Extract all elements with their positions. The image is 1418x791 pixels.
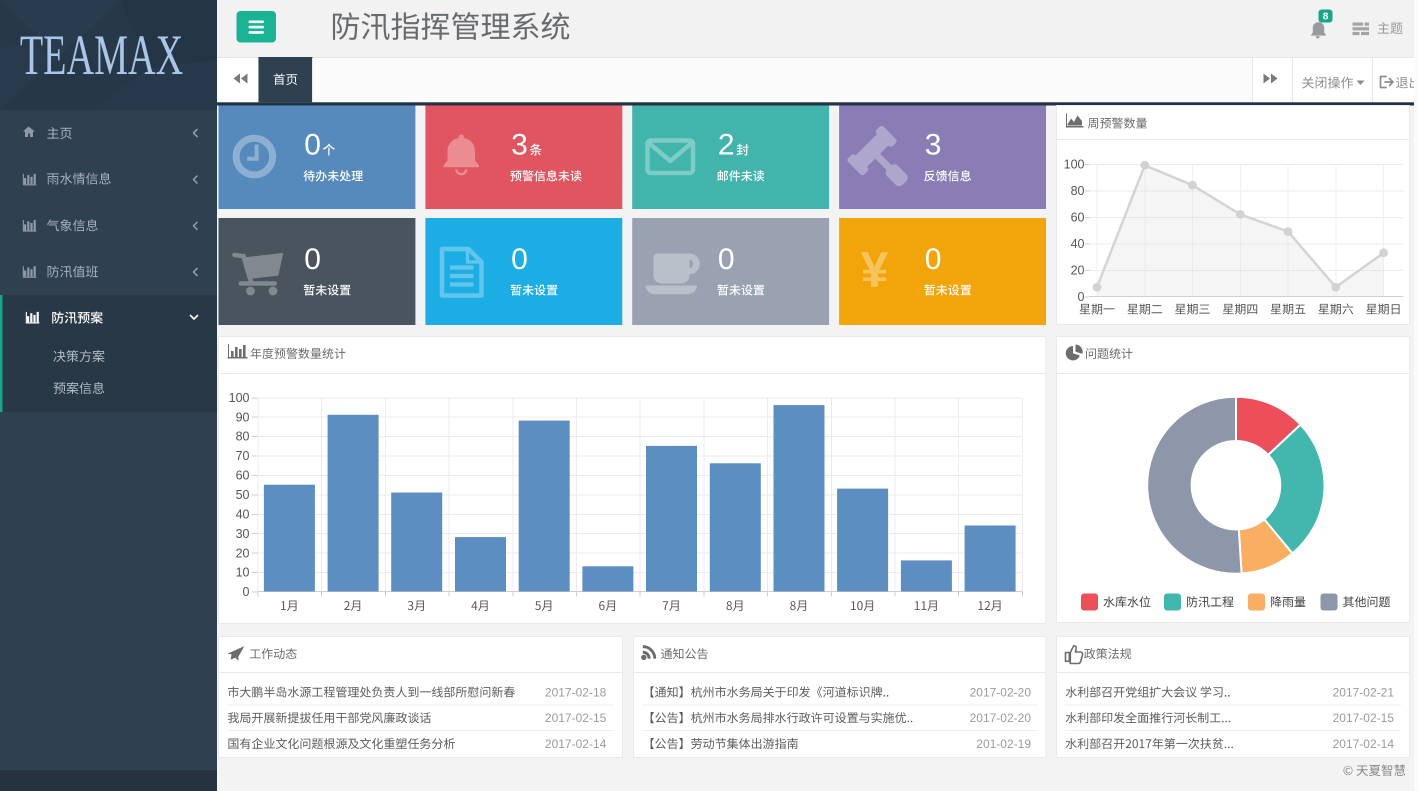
- svg-text:80: 80: [1071, 184, 1085, 198]
- svg-text:8: 8: [1323, 12, 1329, 23]
- svg-text:60: 60: [1071, 211, 1085, 225]
- svg-text:0: 0: [718, 243, 735, 276]
- svg-text:2017-02-14: 2017-02-14: [545, 737, 607, 751]
- svg-text:0: 0: [243, 585, 250, 599]
- svg-text:0: 0: [304, 243, 321, 276]
- svg-text:40: 40: [1071, 237, 1085, 251]
- svg-text:20: 20: [236, 546, 250, 560]
- svg-text:60: 60: [236, 469, 250, 483]
- svg-text:2: 2: [718, 129, 735, 162]
- svg-text:0: 0: [511, 243, 528, 276]
- svg-text:2017-02-15: 2017-02-15: [1333, 711, 1395, 725]
- svg-text:10: 10: [236, 566, 250, 580]
- svg-text:100: 100: [1064, 158, 1085, 172]
- svg-text:2017-02-21: 2017-02-21: [1333, 686, 1395, 700]
- svg-text:0: 0: [925, 243, 942, 276]
- svg-text:2017-02-14: 2017-02-14: [1333, 737, 1395, 751]
- svg-text:2017-02-18: 2017-02-18: [545, 686, 607, 700]
- svg-text:90: 90: [236, 410, 250, 424]
- svg-text:30: 30: [236, 527, 250, 541]
- svg-text:20: 20: [1071, 264, 1085, 278]
- svg-text:¥: ¥: [861, 242, 889, 298]
- svg-text:201-02-19: 201-02-19: [976, 737, 1031, 751]
- svg-text:2017-02-20: 2017-02-20: [970, 711, 1032, 725]
- svg-text:2017-02-15: 2017-02-15: [545, 711, 607, 725]
- svg-text:0: 0: [1078, 290, 1085, 304]
- svg-text:3: 3: [925, 129, 942, 162]
- svg-text:2017-02-20: 2017-02-20: [970, 686, 1032, 700]
- svg-text:TEAMAX: TEAMAX: [20, 25, 183, 87]
- svg-text:100: 100: [229, 391, 250, 405]
- svg-text:0: 0: [304, 129, 321, 162]
- svg-text:50: 50: [236, 488, 250, 502]
- svg-text:3: 3: [511, 129, 528, 162]
- svg-text:70: 70: [236, 449, 250, 463]
- svg-text:40: 40: [236, 507, 250, 521]
- svg-text:80: 80: [236, 430, 250, 444]
